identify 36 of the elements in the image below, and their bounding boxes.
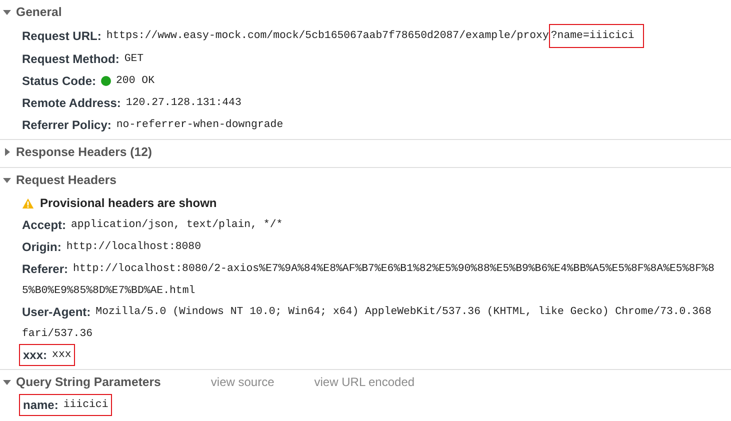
expand-triangle-icon[interactable] bbox=[2, 175, 12, 186]
header-name: Request Method: bbox=[22, 51, 120, 68]
header-value: http://localhost:8080/2-axios%E7%9A%84%E8%AF%B7%E6%B1%82%E5%90%88%E5%B9%B6%E4%BB%A5%E5%8F%8A%E5%8F%8 bbox=[73, 262, 714, 278]
header-value: GET bbox=[124, 52, 144, 68]
header-name: Referrer Policy: bbox=[22, 117, 112, 134]
header-value: 200 OK bbox=[116, 74, 154, 90]
header-value: http://localhost:8080 bbox=[66, 240, 202, 256]
header-value: no-referrer-when-downgrade bbox=[116, 118, 284, 134]
header-name: Remote Address: bbox=[22, 95, 121, 112]
header-value: application/json, text/plain, */* bbox=[71, 218, 283, 234]
section-title[interactable]: Query String Parameters bbox=[16, 372, 161, 392]
section-title[interactable]: Response Headers (12) bbox=[16, 142, 152, 162]
header-value: Mozilla/5.0 (Windows NT 10.0; Win64; x64) AppleWebKit/537.36 (KHTML, like Gecko) Chrome/73.0.368 bbox=[96, 305, 712, 320]
header-value: https://www.easy-mock.com/mock/5cb165067aab7f78650d2087/example/proxy bbox=[106, 29, 549, 44]
header-value: iiicici bbox=[63, 398, 108, 414]
collapsed-triangle-icon[interactable] bbox=[2, 147, 12, 158]
expand-triangle-icon[interactable] bbox=[2, 377, 12, 388]
section-title[interactable]: Request Headers bbox=[16, 170, 116, 190]
header-value-continuation: fari/537.36 bbox=[21, 326, 94, 342]
header-name: Referer: bbox=[22, 261, 68, 278]
header-name: Accept: bbox=[22, 217, 66, 234]
header-value: 120.27.128.131:443 bbox=[126, 96, 242, 112]
highlighted-query: ?name=iiicici bbox=[548, 24, 644, 48]
warning-icon bbox=[22, 198, 34, 209]
header-name: Request URL: bbox=[22, 28, 102, 46]
header-value-continuation: 5%B0%E9%85%8D%E7%BD%AE.html bbox=[21, 284, 196, 299]
expand-triangle-icon[interactable] bbox=[2, 7, 12, 17]
notice-text: Provisional headers are shown bbox=[40, 195, 217, 212]
header-name: Origin: bbox=[22, 239, 62, 256]
header-name: name: bbox=[23, 397, 58, 414]
header-name: xxx: bbox=[23, 347, 48, 364]
section-title[interactable]: General bbox=[16, 2, 62, 22]
header-value: xxx bbox=[52, 348, 72, 364]
header-name: Status Code: bbox=[22, 73, 96, 90]
header-name: User-Agent: bbox=[22, 304, 91, 322]
status-dot-icon bbox=[101, 76, 112, 86]
